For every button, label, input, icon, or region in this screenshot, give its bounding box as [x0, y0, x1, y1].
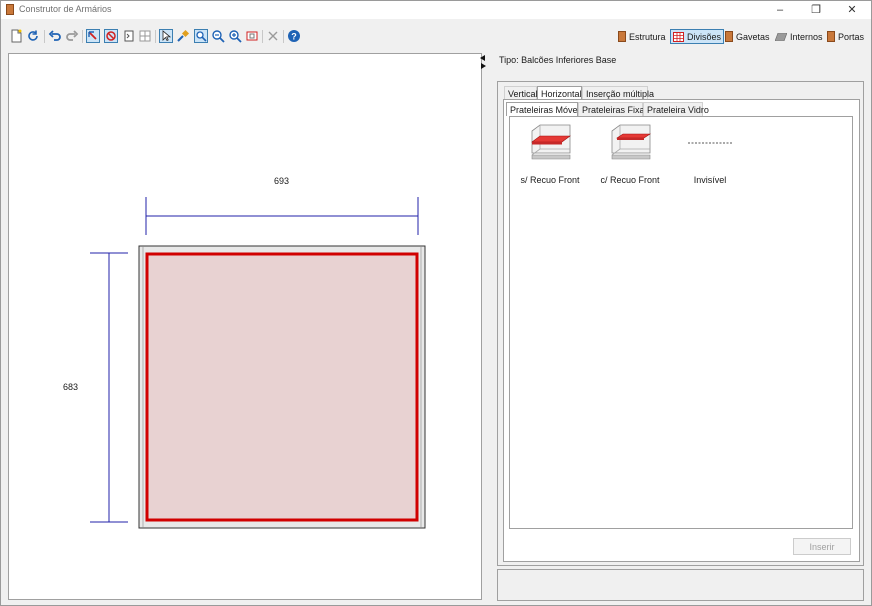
drawing-canvas[interactable]: 693 683	[8, 53, 482, 600]
internals-icon	[774, 32, 788, 41]
app-logo-icon	[6, 4, 14, 15]
tab-vertical[interactable]: Vertical	[504, 86, 538, 100]
internos-label: Internos	[790, 31, 823, 42]
cabinet-interior-selected	[145, 252, 419, 522]
minimize-button[interactable]: –	[765, 1, 795, 19]
divisoes-label: Divisões	[687, 31, 722, 42]
shelf-sem-recuo-icon	[531, 124, 571, 160]
shelf-invisible-icon	[688, 142, 732, 144]
pointer-icon[interactable]	[159, 29, 173, 43]
gavetas-label: Gavetas	[736, 31, 770, 42]
undo-icon[interactable]	[48, 29, 62, 43]
cabinet-icon	[618, 31, 626, 42]
refresh-icon[interactable]	[26, 29, 40, 43]
toolbar: ? Estrutura Divisões Gavetas Internos Po…	[1, 27, 871, 47]
shelf-com-recuo-icon	[611, 124, 651, 160]
cancel-select-icon[interactable]	[104, 29, 118, 43]
shelf-options-list: s/ Recuo Front c/ Recuo Front Invisível	[509, 116, 853, 529]
zoom-window-icon[interactable]	[194, 29, 208, 43]
main-tabs: Vertical Horizontal Inserção múltipla	[504, 86, 859, 100]
gavetas-button[interactable]: Gavetas	[723, 29, 772, 44]
tab-prateleiras-fixas[interactable]: Prateleiras Fixas	[578, 102, 649, 116]
estrutura-button[interactable]: Estrutura	[616, 29, 668, 44]
tab-prateleiras-moveis[interactable]: Prateleiras Móveis	[506, 102, 584, 116]
app-window: Construtor de Armários – ❐ ✕ ? Estrutura…	[0, 0, 872, 606]
toolbar-separator	[82, 30, 83, 43]
title-bar: Construtor de Armários – ❐ ✕	[1, 1, 871, 19]
width-dimension-label: 693	[274, 176, 290, 186]
estrutura-label: Estrutura	[629, 31, 666, 42]
internos-button[interactable]: Internos	[773, 29, 825, 44]
maximize-button[interactable]: ❐	[801, 1, 831, 19]
grid-icon[interactable]	[138, 29, 152, 43]
shelf-option-com-recuo[interactable]: c/ Recuo Front	[590, 123, 670, 191]
redo-icon[interactable]	[65, 29, 79, 43]
divisoes-button[interactable]: Divisões	[670, 29, 725, 44]
shelf-option-sem-recuo[interactable]: s/ Recuo Front	[510, 123, 590, 191]
shelf-invisivel-label: Invisível	[693, 175, 727, 185]
cabinet-drawing	[90, 197, 426, 529]
zoom-out-icon[interactable]	[211, 29, 225, 43]
properties-panel	[497, 569, 864, 601]
toolbar-separator	[44, 30, 45, 43]
new-icon[interactable]	[9, 29, 23, 43]
cabinet-type-label: Tipo: Balcões Inferiores Base	[499, 55, 617, 65]
divisions-icon	[673, 31, 684, 42]
close-button[interactable]: ✕	[837, 1, 867, 19]
panel-collapse-arrows[interactable]	[479, 54, 487, 70]
help-icon[interactable]: ?	[287, 29, 301, 43]
paint-icon[interactable]	[176, 29, 190, 43]
svg-text:?: ?	[291, 32, 297, 42]
insert-button[interactable]: Inserir	[793, 538, 851, 555]
horizontal-tab-panel: Prateleiras Móveis Prateleiras Fixas Pra…	[503, 99, 860, 562]
toolbar-separator	[283, 30, 284, 43]
delete-icon[interactable]	[266, 29, 280, 43]
drawers-icon	[725, 31, 733, 42]
divisions-group: Vertical Horizontal Inserção múltipla Pr…	[497, 81, 864, 566]
toolbar-separator	[262, 30, 263, 43]
doors-icon	[827, 31, 835, 42]
tab-prateleira-vidro[interactable]: Prateleira Vidro	[643, 102, 709, 116]
tab-horizontal[interactable]: Horizontal	[537, 86, 582, 100]
zoom-in-icon[interactable]	[228, 29, 242, 43]
sub-tabs: Prateleiras Móveis Prateleiras Fixas Pra…	[506, 102, 856, 116]
select-cabinet-icon[interactable]	[86, 29, 100, 43]
portas-label: Portas	[838, 31, 865, 42]
toolbar-separator	[155, 30, 156, 43]
tab-insercao-multipla[interactable]: Inserção múltipla	[582, 86, 654, 100]
shelf-com-recuo-label: c/ Recuo Front	[600, 175, 660, 185]
partition-icon[interactable]	[122, 29, 136, 43]
zoom-extents-icon[interactable]	[245, 29, 259, 43]
shelf-sem-recuo-label: s/ Recuo Front	[520, 175, 580, 185]
portas-button[interactable]: Portas	[825, 29, 866, 44]
height-dimension-label: 683	[63, 382, 79, 392]
shelf-option-invisivel[interactable]: Invisível	[670, 123, 750, 191]
window-title: Construtor de Armários	[19, 4, 112, 14]
